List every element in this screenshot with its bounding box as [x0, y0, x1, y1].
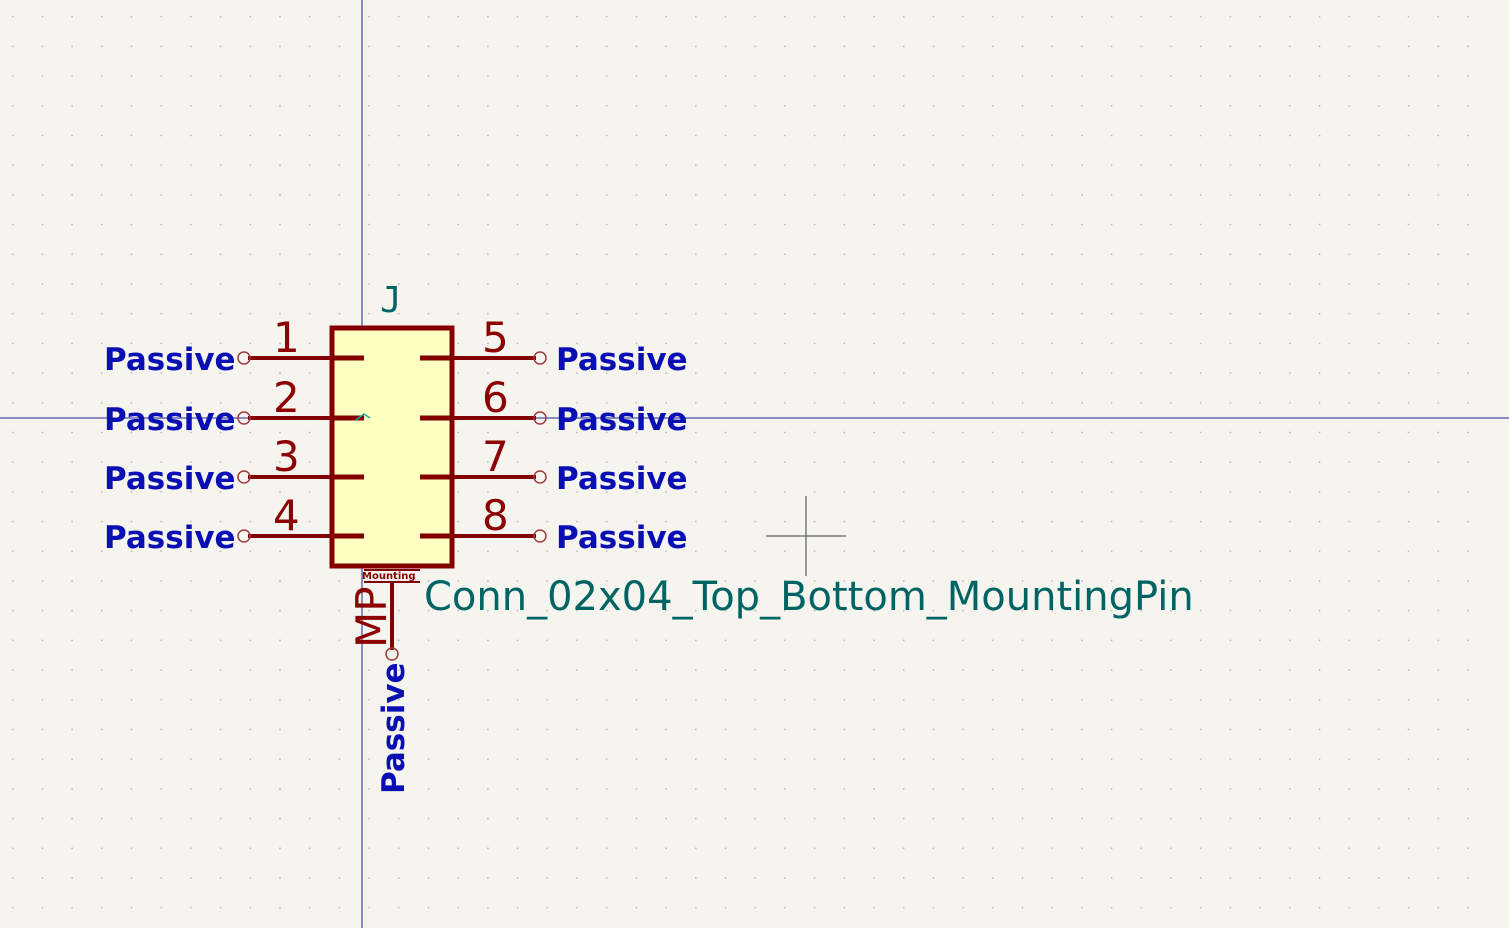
pin-number: MP	[347, 586, 396, 648]
pin-type-label: Passive	[104, 461, 236, 497]
value-field[interactable]: Conn_02x04_Top_Bottom_MountingPin	[424, 574, 1194, 620]
schematic-canvas[interactable]: J 1 Passive 2 Passive 3 Passive 4 Passiv…	[0, 0, 1509, 928]
pin-type-label: Passive	[556, 520, 688, 556]
pin-number: 5	[482, 313, 509, 362]
reference-designator[interactable]: J	[380, 280, 402, 321]
pin-type-label: Passive	[556, 342, 688, 378]
pin-type-label: Passive	[556, 402, 688, 438]
pin-number: 2	[273, 373, 300, 422]
mounting-label: Mounting	[362, 571, 416, 582]
pin-number: 8	[482, 491, 509, 540]
pin-number: 4	[273, 491, 300, 540]
pin-number: 3	[273, 432, 300, 481]
symbol-body[interactable]	[329, 325, 455, 569]
pin-type-label: Passive	[104, 402, 236, 438]
pin-type-label: Passive	[556, 461, 688, 497]
grid-dots	[0, 0, 1491, 914]
pin-number: 7	[482, 432, 509, 481]
pin-type-label: Passive	[104, 342, 236, 378]
pin-type-label: Passive	[376, 662, 412, 794]
pin-number: 6	[482, 373, 509, 422]
pin-number: 1	[273, 313, 300, 362]
pin-type-label: Passive	[104, 520, 236, 556]
